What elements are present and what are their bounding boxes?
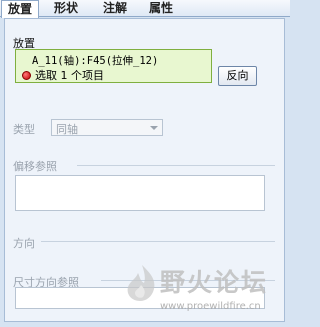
- tab-bar: 放置 形状 注解 属性: [0, 0, 290, 18]
- type-dropdown[interactable]: 同轴: [51, 119, 163, 136]
- tab-shape[interactable]: 形状: [48, 0, 84, 17]
- reference-item[interactable]: A_11(轴):F45(拉伸_12): [32, 53, 158, 68]
- watermark: 野火论坛 www.proewildfire.cn: [120, 259, 280, 321]
- status-dot-icon: [22, 70, 31, 80]
- watermark-title: 野火论坛: [160, 268, 269, 297]
- offset-refs-divider: [77, 165, 275, 166]
- reverse-button[interactable]: 反向: [218, 66, 257, 86]
- type-label: 类型: [13, 123, 35, 136]
- tab-placement[interactable]: 放置: [1, 0, 40, 18]
- chevron-down-icon: [150, 126, 158, 130]
- tab-properties[interactable]: 属性: [143, 0, 179, 17]
- selection-status-row: 选取 1 个项目: [22, 67, 104, 83]
- offset-refs-label: 偏移参照: [13, 160, 57, 173]
- watermark-url: www.proewildfire.cn: [160, 301, 261, 312]
- flame-logo-icon: [127, 265, 155, 301]
- offset-refs-collector[interactable]: [15, 175, 265, 211]
- direction-label: 方向: [13, 237, 35, 250]
- direction-divider: [41, 241, 275, 242]
- tab-annotation[interactable]: 注解: [97, 0, 133, 17]
- reference-collector[interactable]: A_11(轴):F45(拉伸_12) 选取 1 个项目: [15, 49, 212, 83]
- type-dropdown-value: 同轴: [56, 123, 78, 136]
- selection-status-text: 选取 1 个项目: [35, 69, 104, 82]
